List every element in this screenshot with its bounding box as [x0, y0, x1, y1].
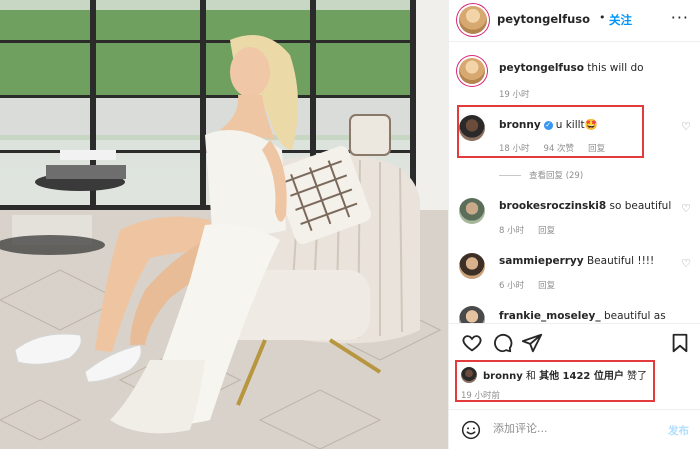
likes-summary: bronny 和 其他 1422 位用户 赞了 19 小时前 — [449, 361, 700, 406]
liker-avatar[interactable] — [461, 367, 477, 383]
comment-text: Beautiful !!!! — [586, 255, 655, 267]
comment-time: 18 小时 — [499, 144, 530, 154]
comment-line: sammieperryy Beautiful !!!! — [499, 255, 654, 267]
comment-item: frankie_moseley_ beautiful as — [449, 304, 700, 323]
commenter-avatar[interactable] — [459, 306, 485, 323]
commenter-username[interactable]: bronny — [499, 119, 541, 131]
comment-time: 6 小时 — [499, 281, 525, 291]
commenter-username[interactable]: sammieperryy — [499, 255, 584, 267]
liker-username[interactable]: bronny — [483, 371, 523, 382]
header-separator: • — [599, 11, 606, 24]
action-bar — [449, 323, 700, 361]
likes-text[interactable]: bronny 和 其他 1422 位用户 赞了 — [483, 367, 647, 382]
reply-button[interactable]: 回复 — [538, 281, 555, 291]
reply-button[interactable]: 回复 — [588, 144, 605, 154]
comment-meta: 8 小时 回复 — [499, 224, 569, 236]
comment-input[interactable] — [491, 421, 645, 436]
caption-username[interactable]: peytongelfuso — [499, 62, 584, 74]
share-icon[interactable] — [521, 332, 543, 354]
comment-text: so beautiful — [609, 200, 672, 212]
commenter-username[interactable]: frankie_moseley_ — [499, 310, 601, 322]
likes-count[interactable]: 其他 1422 位用户 — [539, 371, 624, 382]
comment-text: u killt🤩 — [555, 119, 598, 131]
post-comment-button[interactable]: 发布 — [668, 423, 689, 438]
post-photo[interactable] — [0, 0, 448, 449]
caption-line: peytongelfuso this will do — [499, 62, 644, 74]
comment-text: beautiful as — [603, 310, 666, 322]
comments-list[interactable]: peytongelfuso this will do 19 小时 bronny ✓… — [449, 42, 700, 323]
caption: peytongelfuso this will do 19 小时 — [449, 56, 700, 106]
commenter-username[interactable]: brookesroczinski8 — [499, 200, 606, 212]
comment-like-heart-icon[interactable]: ♡ — [681, 202, 691, 215]
reply-button[interactable]: 回复 — [538, 226, 555, 236]
comment-like-heart-icon[interactable]: ♡ — [681, 257, 691, 270]
view-replies-button[interactable]: 查看回复 (29) — [499, 169, 583, 181]
comment-item: sammieperryy Beautiful !!!! 6 小时 回复 ♡ — [449, 251, 700, 301]
verified-badge-icon: ✓ — [543, 121, 553, 130]
comment-icon[interactable] — [491, 332, 513, 354]
caption-time: 19 小时 — [499, 90, 530, 100]
comment-item: bronny ✓ u killt🤩 18 小时 94 次赞 回复 ♡ 查看回复 (29) — [449, 112, 700, 202]
post-photo-illustration — [0, 0, 448, 449]
caption-text: this will do — [587, 62, 644, 74]
comment-like-heart-icon[interactable]: ♡ — [681, 120, 691, 133]
comment-meta: 18 小时 94 次赞 回复 — [499, 142, 619, 154]
post-time[interactable]: 19 小时前 — [461, 389, 500, 401]
add-comment-bar: 发布 — [449, 409, 700, 449]
more-options-icon[interactable]: ··· — [671, 8, 689, 27]
heart-icon[interactable] — [461, 332, 483, 354]
bookmark-icon[interactable] — [669, 332, 691, 354]
emoji-icon[interactable] — [461, 420, 481, 440]
commenter-avatar[interactable] — [459, 253, 485, 279]
author-avatar[interactable] — [459, 6, 487, 34]
comment-line: bronny ✓ u killt🤩 — [499, 118, 598, 131]
post-header: peytongelfuso • 关注 ··· — [449, 0, 700, 42]
instagram-post-view: peytongelfuso • 关注 ··· peytongelfuso thi… — [0, 0, 700, 449]
comment-line: frankie_moseley_ beautiful as — [499, 310, 666, 322]
caption-avatar[interactable] — [459, 58, 485, 84]
comment-time: 8 小时 — [499, 226, 525, 236]
post-side-panel: peytongelfuso • 关注 ··· peytongelfuso thi… — [448, 0, 700, 449]
comment-line: brookesroczinski8 so beautiful — [499, 200, 671, 212]
commenter-avatar[interactable] — [459, 198, 485, 224]
comment-meta: 6 小时 回复 — [499, 279, 569, 291]
comment-likes[interactable]: 94 次赞 — [544, 144, 575, 154]
commenter-avatar[interactable] — [459, 115, 485, 141]
comment-item: brookesroczinski8 so beautiful 8 小时 回复 ♡ — [449, 196, 700, 246]
author-username[interactable]: peytongelfuso — [497, 12, 590, 26]
follow-button[interactable]: 关注 — [609, 12, 632, 28]
